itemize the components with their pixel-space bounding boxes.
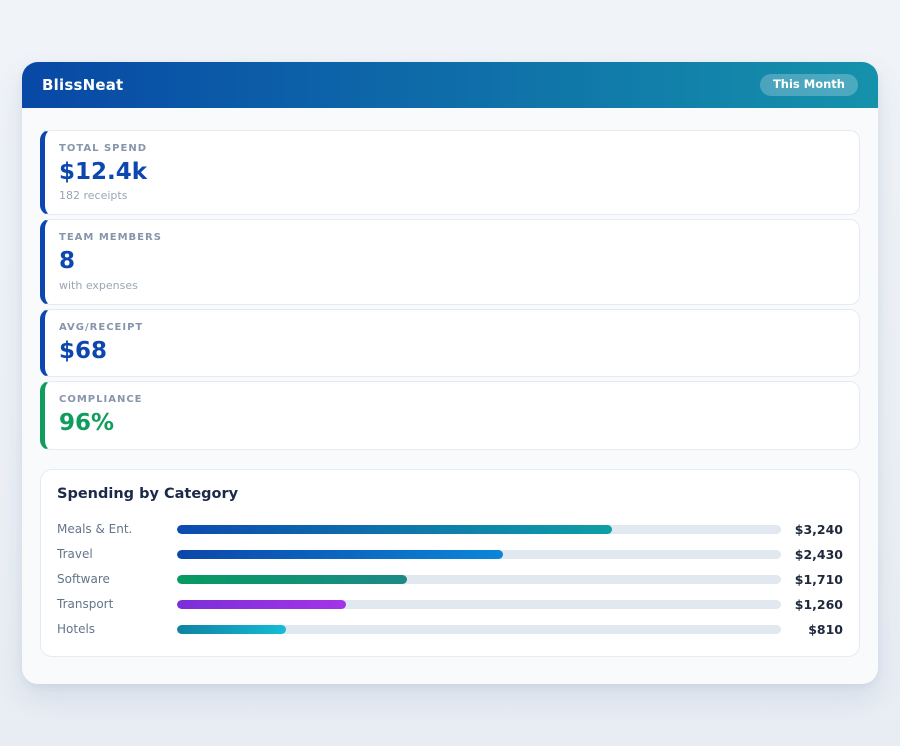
bar-fill (177, 550, 503, 559)
bar-row: Meals & Ent. $3,240 (57, 517, 843, 542)
bar-track (177, 625, 781, 634)
bar-row: Software $1,710 (57, 567, 843, 592)
stat-card: AVG/RECEIPT $68 (40, 309, 860, 377)
bar-fill (177, 575, 407, 584)
stat-value: 8 (59, 248, 843, 274)
bar-category-label: Software (57, 572, 177, 586)
period-badge-button[interactable]: This Month (760, 74, 858, 96)
bar-category-label: Hotels (57, 622, 177, 636)
stat-label: TOTAL SPEND (59, 143, 843, 154)
stat-label: COMPLIANCE (59, 394, 843, 405)
bar-category-label: Meals & Ent. (57, 522, 177, 536)
dashboard-content: TOTAL SPEND $12.4k 182 receipts TEAM MEM… (22, 108, 878, 657)
stat-sub: 182 receipts (59, 189, 843, 202)
bar-value-label: $3,240 (781, 522, 843, 537)
stat-label: AVG/RECEIPT (59, 322, 843, 333)
spending-chart-card: Spending by Category Meals & Ent. $3,240… (40, 469, 860, 657)
stat-value: $68 (59, 338, 843, 364)
app-title: BlissNeat (42, 76, 123, 94)
bar-fill (177, 600, 346, 609)
stat-sub: with expenses (59, 279, 843, 292)
bar-track (177, 525, 781, 534)
bar-category-label: Transport (57, 597, 177, 611)
stat-label: TEAM MEMBERS (59, 232, 843, 243)
stats-list: TOTAL SPEND $12.4k 182 receipts TEAM MEM… (40, 130, 860, 450)
stat-value: 96% (59, 410, 843, 436)
bar-row: Transport $1,260 (57, 592, 843, 617)
chart-title: Spending by Category (57, 486, 843, 502)
app-window: BlissNeat This Month TOTAL SPEND $12.4k … (22, 62, 878, 684)
bar-track (177, 575, 781, 584)
bar-track (177, 600, 781, 609)
bar-fill (177, 525, 612, 534)
bar-value-label: $2,430 (781, 547, 843, 562)
stat-card: COMPLIANCE 96% (40, 381, 860, 449)
stat-card: TOTAL SPEND $12.4k 182 receipts (40, 130, 860, 215)
bar-fill (177, 625, 286, 634)
bar-category-label: Travel (57, 547, 177, 561)
bar-track (177, 550, 781, 559)
bar-row: Hotels $810 (57, 617, 843, 642)
bar-row: Travel $2,430 (57, 542, 843, 567)
stat-card: TEAM MEMBERS 8 with expenses (40, 219, 860, 304)
bar-value-label: $1,260 (781, 597, 843, 612)
stat-value: $12.4k (59, 159, 843, 185)
bar-list: Meals & Ent. $3,240 Travel $2,430 Softwa… (57, 517, 843, 642)
bar-value-label: $1,710 (781, 572, 843, 587)
app-header: BlissNeat This Month (22, 62, 878, 108)
bar-value-label: $810 (781, 622, 843, 637)
